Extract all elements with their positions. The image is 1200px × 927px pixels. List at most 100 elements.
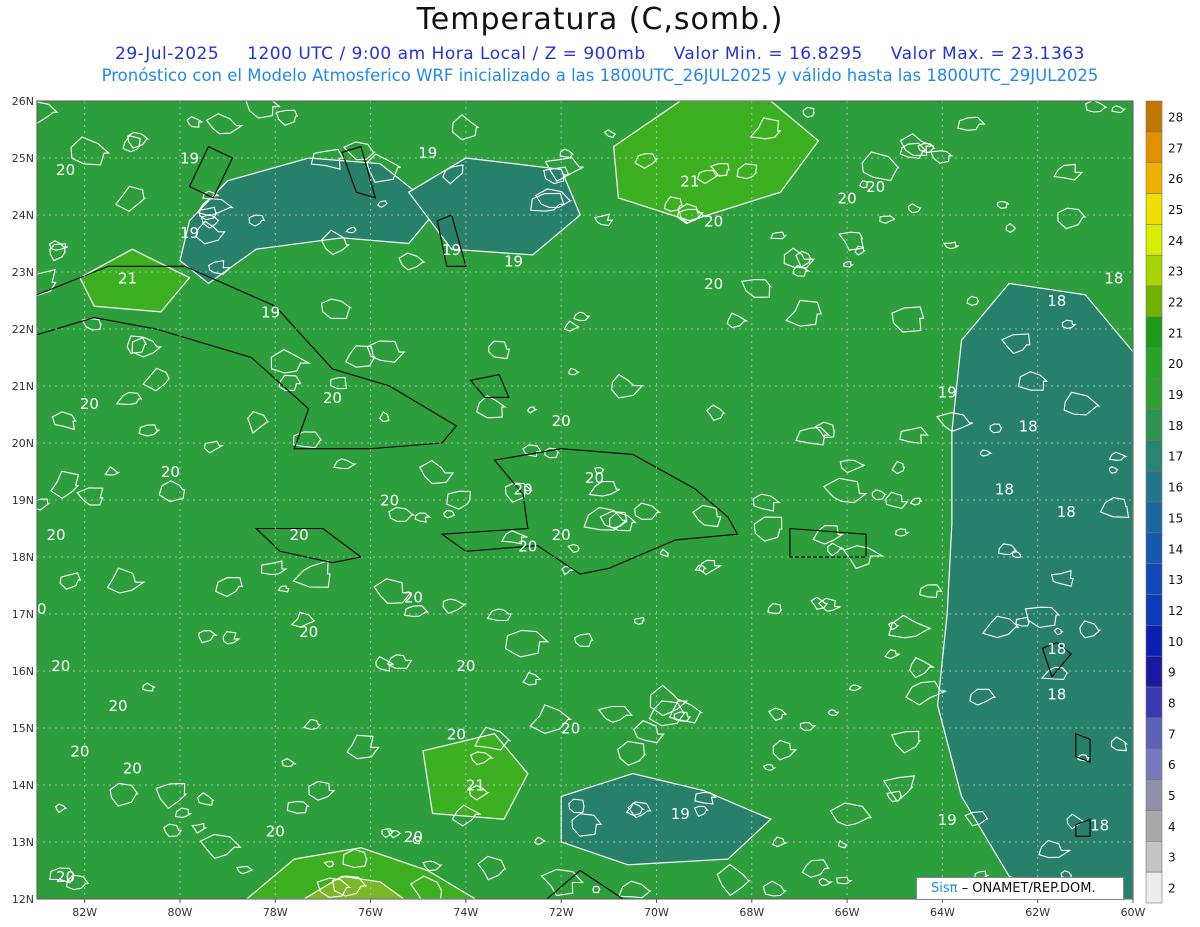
colorbar-label: 28	[1168, 110, 1183, 124]
contour-label: 18	[1057, 503, 1076, 521]
colorbar-label: 4	[1168, 820, 1176, 834]
contour-label: 20	[123, 760, 142, 778]
colorbar-swatch	[1145, 779, 1163, 811]
y-tick-label: 16N	[12, 665, 34, 678]
x-tick-label: 60W	[1121, 906, 1146, 919]
contour-label: 18	[1047, 640, 1066, 658]
colorbar-label: 7	[1168, 727, 1176, 741]
contour-label: 20	[80, 395, 99, 413]
colorbar-label: 22	[1168, 296, 1183, 310]
contour-label: 19	[938, 383, 957, 401]
x-tick-label: 78W	[263, 906, 288, 919]
contour-label: 20	[108, 697, 127, 715]
contour-label: 18	[1047, 292, 1066, 310]
colorbar-swatch	[1145, 285, 1163, 318]
contour-label: 19	[180, 150, 199, 168]
x-tick-label: 62W	[1025, 906, 1050, 919]
contour-label: 20	[290, 526, 309, 544]
colorbar-swatch	[1145, 748, 1163, 780]
contour-label: 20	[56, 161, 75, 179]
contour-label: 20	[266, 822, 285, 840]
colorbar-swatch	[1145, 224, 1163, 256]
y-tick-label: 22N	[12, 323, 34, 336]
y-tick-label: 20N	[12, 437, 34, 450]
credit-box: Sisπ – ONAMET/REP.DOM.	[916, 877, 1124, 900]
colorbar-swatch	[1145, 193, 1163, 225]
y-tick-label: 26N	[12, 95, 34, 108]
colorbar-swatch	[1145, 871, 1163, 904]
contour-label: 18	[1090, 817, 1109, 835]
colorbar-swatch	[1145, 100, 1163, 133]
contour-label: 20	[323, 389, 342, 407]
contour-label: 20	[561, 720, 580, 738]
x-tick-label: 74W	[453, 906, 478, 919]
sispi-logo: Sisπ	[931, 881, 958, 896]
x-tick-label: 66W	[835, 906, 860, 919]
credit-org: – ONAMET/REP.DOM.	[957, 881, 1096, 896]
colorbar-label: 24	[1168, 234, 1183, 248]
colorbar-label: 15	[1168, 511, 1183, 525]
y-tick-label: 21N	[12, 380, 34, 393]
contour-label: 20	[380, 492, 399, 510]
contour-label: 20	[56, 868, 75, 886]
x-tick-label: 68W	[739, 906, 764, 919]
y-tick-label: 13N	[12, 836, 34, 849]
contour-label: 19	[442, 241, 461, 259]
y-tick-label: 17N	[12, 608, 34, 621]
colorbar-swatch	[1145, 131, 1163, 163]
y-tick-label: 25N	[12, 152, 34, 165]
colorbar-swatch	[1145, 501, 1163, 534]
colorbar-swatch	[1145, 254, 1163, 287]
contour-label: 20	[514, 480, 533, 498]
contour-label: 18	[1019, 418, 1038, 436]
contour-label: 20	[866, 178, 885, 196]
colorbar-swatch	[1145, 563, 1163, 595]
x-tick-label: 64W	[930, 906, 955, 919]
y-tick-label: 18N	[12, 551, 34, 564]
colorbar-swatch	[1145, 162, 1163, 194]
colorbar-swatch	[1145, 316, 1163, 349]
colorbar-swatch	[1145, 686, 1163, 719]
colorbar-label: 27	[1168, 141, 1183, 155]
colorbar-label: 5	[1168, 789, 1176, 803]
contour-label: 20	[51, 657, 70, 675]
colorbar-label: 19	[1168, 388, 1183, 402]
colorbar-label: 18	[1168, 419, 1183, 433]
colorbar-label: 12	[1168, 604, 1183, 618]
colorbar-swatch	[1145, 841, 1163, 873]
x-tick-label: 82W	[72, 906, 97, 919]
x-tick-label: 72W	[549, 906, 574, 919]
contour-label: 21	[466, 777, 485, 795]
y-tick-label: 15N	[12, 722, 34, 735]
contour-label: 21	[680, 173, 699, 191]
colorbar-label: 21	[1168, 326, 1183, 340]
x-tick-label: 76W	[358, 906, 383, 919]
contour-label: 19	[671, 805, 690, 823]
colorbar-label: 20	[1168, 357, 1183, 371]
colorbar-label: 9	[1168, 666, 1176, 680]
contour-label: 20	[704, 212, 723, 230]
colorbar-label: 3	[1168, 851, 1176, 865]
contour-label: 20	[518, 537, 537, 555]
colorbar-swatch	[1145, 409, 1163, 441]
colorbar-label: 26	[1168, 172, 1183, 186]
contour-label: 20	[299, 623, 318, 641]
colorbar: 2827262524232221201918171615141312109876…	[1145, 100, 1183, 904]
contour-label: 19	[418, 144, 437, 162]
colorbar-swatch	[1145, 810, 1163, 842]
contour-label: 20	[585, 469, 604, 487]
contour-label: 20	[704, 275, 723, 293]
contour-label: 20	[404, 828, 423, 846]
colorbar-swatch	[1145, 594, 1163, 626]
colorbar-label: 8	[1168, 697, 1176, 711]
y-tick-label: 24N	[12, 209, 34, 222]
colorbar-label: 2	[1168, 882, 1176, 896]
colorbar-label: 13	[1168, 573, 1183, 587]
contour-label: 19	[180, 224, 199, 242]
contour-label: 18	[1104, 269, 1123, 287]
colorbar-label: 23	[1168, 265, 1183, 279]
colorbar-label: 17	[1168, 450, 1183, 464]
temperature-map: 19 19 19 19 19 19 21 20 20 20 20 21 20 20 20 20 20 20 20 20…	[12, 95, 1184, 919]
colorbar-label: 16	[1168, 481, 1183, 495]
contour-label: 20	[70, 743, 89, 761]
